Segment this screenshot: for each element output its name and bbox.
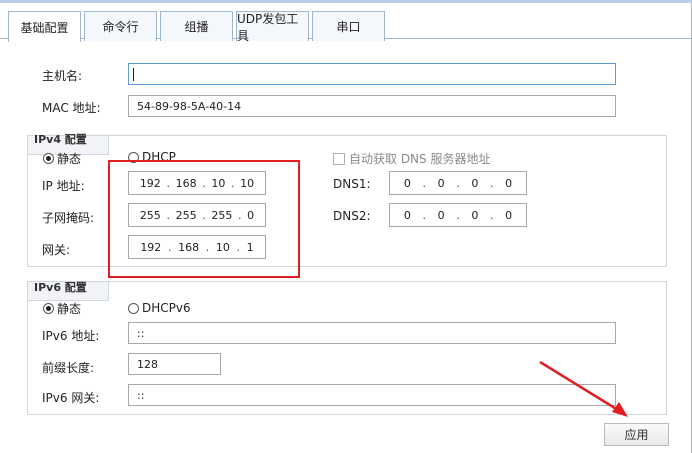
apply-button[interactable]: 应用 <box>604 423 669 446</box>
tab-basic-config[interactable]: 基础配置 <box>8 11 81 42</box>
annotation-arrow-icon <box>539 360 628 417</box>
